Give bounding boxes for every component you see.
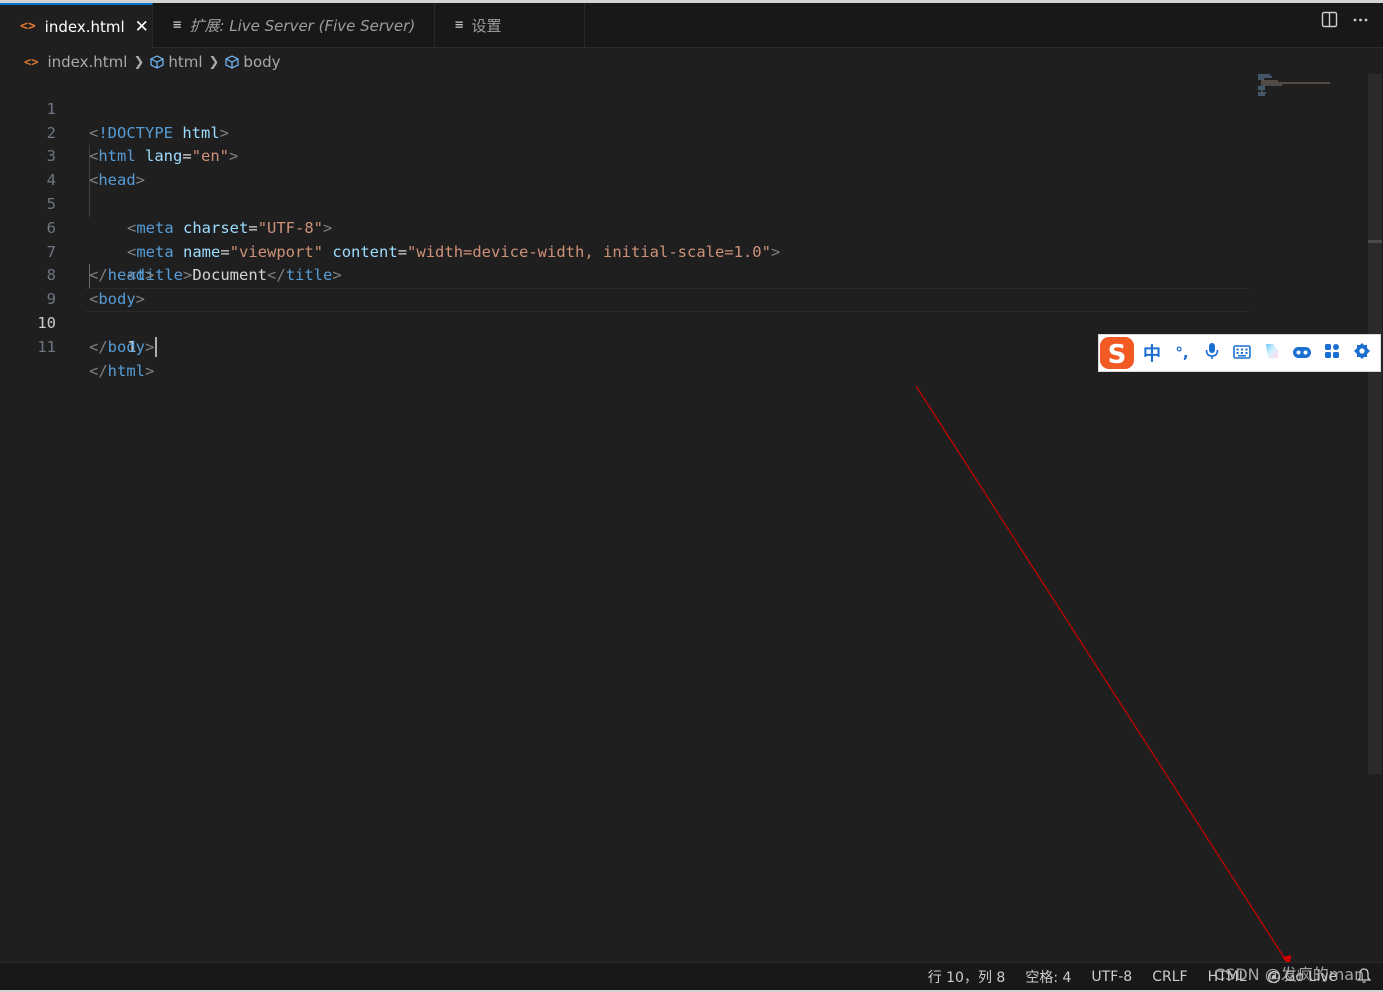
- status-bar: 行 10，列 8 空格: 4 UTF-8 CRLF HTML Go Live: [0, 962, 1383, 991]
- html-file-icon: <>: [20, 19, 36, 34]
- code-editor[interactable]: 1 <!DOCTYPE html> 2 <html lang="en"> 3 <…: [0, 74, 1250, 380]
- sogou-logo[interactable]: S: [1097, 334, 1137, 374]
- tab-label: index.html: [44, 17, 125, 36]
- ime-apps-icon[interactable]: [1317, 343, 1347, 364]
- ime-voice-icon[interactable]: [1197, 342, 1227, 365]
- indent-guide: [89, 145, 90, 170]
- code-line[interactable]: 1 <!DOCTYPE html>: [0, 74, 1250, 142]
- breadcrumb-item-body[interactable]: body: [243, 53, 280, 71]
- tab-index-html[interactable]: <> index.html ✕: [0, 3, 153, 48]
- ime-punctuation[interactable]: °,: [1167, 344, 1197, 362]
- encoding-setting[interactable]: UTF-8: [1091, 969, 1132, 985]
- more-actions-icon[interactable]: [1352, 11, 1369, 33]
- element-cube-icon: [150, 55, 164, 69]
- code-line[interactable]: 4 <meta charset="UTF-8">: [0, 145, 1250, 237]
- line-number: 11: [37, 337, 56, 356]
- breadcrumb-file[interactable]: index.html: [47, 53, 127, 71]
- code-line[interactable]: 2 <html lang="en">: [0, 98, 1250, 166]
- split-editor-icon[interactable]: [1321, 11, 1338, 33]
- code-line[interactable]: 6 <title>Document</title>: [0, 192, 1250, 284]
- indent-guide: [89, 169, 90, 193]
- editor-tab-bar: <> index.html ✕ ≡ 扩展: Live Server (Five …: [0, 3, 1383, 48]
- code-line[interactable]: 8 <body>: [0, 241, 1250, 308]
- ime-settings-icon[interactable]: [1347, 342, 1377, 365]
- ime-toolbar[interactable]: S 中 °,: [1098, 334, 1381, 372]
- code-line[interactable]: 9 1: [0, 264, 1250, 356]
- chevron-right-icon: ❯: [133, 54, 145, 70]
- breadcrumb-item-html[interactable]: html: [168, 53, 202, 71]
- element-cube-icon: [225, 55, 240, 69]
- eol-setting[interactable]: CRLF: [1152, 969, 1187, 985]
- csdn-watermark: CSDN @发疯的man: [1214, 965, 1365, 984]
- scrollbar-cursor-marker: [1368, 240, 1382, 243]
- vertical-scrollbar[interactable]: [1368, 74, 1382, 774]
- ime-skin-icon[interactable]: [1257, 342, 1287, 365]
- ime-game-icon[interactable]: [1287, 343, 1317, 364]
- tab-label: 扩展: Live Server (Five Server): [189, 16, 416, 35]
- tab-label: 设置: [471, 16, 502, 35]
- html-file-icon: <>: [24, 55, 39, 69]
- svg-text:S: S: [1108, 340, 1127, 370]
- code-line[interactable]: 7 </head>: [0, 217, 1250, 285]
- settings-doc-icon: ≡: [455, 17, 464, 33]
- breadcrumb: <> index.html ❯ html ❯ body: [24, 51, 281, 73]
- close-icon[interactable]: ✕: [135, 17, 149, 37]
- cursor-position[interactable]: 行 10，列 8: [928, 967, 1006, 987]
- chevron-right-icon: ❯: [208, 54, 220, 70]
- text-cursor: [155, 337, 158, 358]
- ime-chinese-mode[interactable]: 中: [1137, 340, 1167, 366]
- indent-guide: [89, 264, 90, 289]
- indent-guide: [89, 192, 90, 217]
- code-line[interactable]: 5 <meta name="viewport" content="width=d…: [0, 169, 1250, 261]
- code-line-current[interactable]: 10 </body>: [0, 288, 1250, 358]
- minimap[interactable]: [1256, 74, 1336, 98]
- ime-keyboard-icon[interactable]: [1227, 343, 1257, 364]
- preview-doc-icon: ≡: [173, 17, 182, 33]
- tab-live-server-extension[interactable]: ≡ 扩展: Live Server (Five Server): [153, 3, 435, 47]
- tab-settings[interactable]: ≡ 设置: [435, 3, 585, 47]
- code-line[interactable]: 11 </html>: [0, 312, 1250, 380]
- indentation-setting[interactable]: 空格: 4: [1025, 967, 1071, 987]
- code-line[interactable]: 3 <head>: [0, 122, 1250, 189]
